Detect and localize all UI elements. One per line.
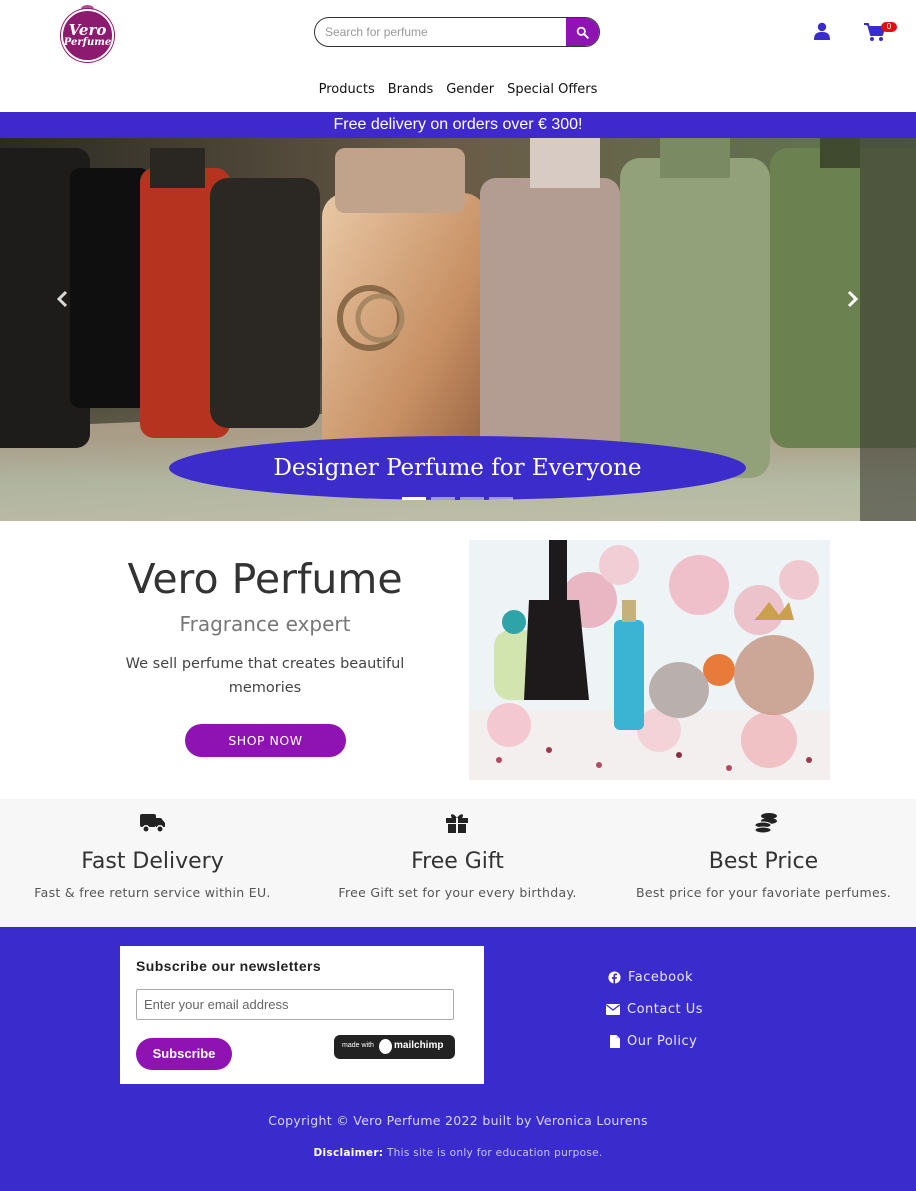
logo-line2: Perfume (63, 37, 112, 48)
gift-icon (446, 814, 468, 833)
user-icon[interactable] (813, 22, 831, 40)
nav-products[interactable]: Products (319, 82, 375, 97)
search-input[interactable] (315, 18, 567, 46)
footer-link-facebook[interactable]: Facebook (608, 967, 693, 987)
footer-link-policy[interactable]: Our Policy (610, 1031, 697, 1051)
disclaimer-label: Disclaimer: (313, 1147, 384, 1159)
footer-link-contact[interactable]: Contact Us (606, 999, 703, 1019)
mailchimp-icon (379, 1039, 392, 1054)
mailchimp-made-with: made with (342, 1042, 374, 1049)
shop-now-button[interactable]: SHOP NOW (185, 724, 346, 757)
delivery-banner: Free delivery on orders over € 300! (0, 112, 916, 138)
brand-logo[interactable]: Vero Perfume (61, 3, 114, 63)
nav-gender[interactable]: Gender (446, 82, 494, 97)
nav-brands[interactable]: Brands (388, 82, 434, 97)
copyright-text: Copyright © Vero Perfume 2022 built by V… (268, 1113, 648, 1128)
features-section: Fast Delivery Fast & free return service… (0, 799, 916, 927)
carousel-indicator-2[interactable] (431, 497, 455, 500)
truck-icon (140, 814, 165, 833)
carousel-next-arrow[interactable] (846, 290, 860, 308)
mailchimp-badge[interactable]: made with mailchimp (334, 1035, 455, 1059)
footer-link-label: Our Policy (627, 1033, 698, 1049)
disclaimer-text: This site is only for education purpose. (386, 1147, 603, 1159)
perfume-bottles-image (469, 540, 830, 780)
about-subtitle: Fragrance expert (179, 612, 351, 636)
coins-icon (754, 813, 777, 834)
carousel-indicators (402, 497, 513, 500)
feature-title: Free Gift (411, 849, 504, 874)
newsletter-title: Subscribe our newsletters (136, 958, 322, 974)
envelope-icon (606, 1003, 620, 1015)
carousel-prev-arrow[interactable] (55, 290, 69, 308)
facebook-icon (608, 970, 621, 984)
nav-special-offers[interactable]: Special Offers (507, 82, 597, 97)
feature-text: Free Gift set for your every birthday. (338, 885, 577, 900)
search-icon (576, 26, 589, 39)
main-nav: Products Brands Gender Special Offers (0, 82, 916, 97)
feature-title: Fast Delivery (81, 849, 224, 874)
cart-count-badge: 0 (881, 22, 897, 32)
search-bar (314, 17, 600, 47)
disclaimer: Disclaimer: This site is only for educat… (0, 1147, 916, 1159)
mailchimp-brand: mailchimp (394, 1040, 444, 1051)
search-button[interactable] (566, 18, 599, 46)
about-title: Vero Perfume (127, 555, 403, 603)
carousel-indicator-1[interactable] (402, 497, 426, 500)
feature-title: Best Price (708, 849, 819, 874)
about-section: Vero Perfume Fragrance expert We sell pe… (0, 521, 916, 799)
footer-link-label: Facebook (628, 969, 694, 985)
newsletter-form: Subscribe our newsletters Subscribe made… (120, 946, 484, 1084)
feature-text: Best price for your favoriate perfumes. (635, 885, 892, 900)
site-header: Vero Perfume 0 Products Brands Gender Sp… (0, 0, 916, 112)
file-icon (610, 1034, 620, 1048)
carousel-caption: Designer Perfume for Everyone (169, 436, 746, 500)
about-text: We sell perfume that creates beautiful m… (125, 656, 405, 696)
hero-carousel: Designer Perfume for Everyone (0, 138, 916, 521)
carousel-indicator-4[interactable] (489, 497, 513, 500)
newsletter-email-input[interactable] (136, 989, 454, 1020)
subscribe-button[interactable]: Subscribe (136, 1038, 232, 1070)
feature-text: Fast & free return service within EU. (34, 885, 271, 900)
carousel-indicator-3[interactable] (460, 497, 484, 500)
site-footer: Subscribe our newsletters Subscribe made… (0, 927, 916, 1191)
footer-link-label: Contact Us (627, 1001, 703, 1017)
